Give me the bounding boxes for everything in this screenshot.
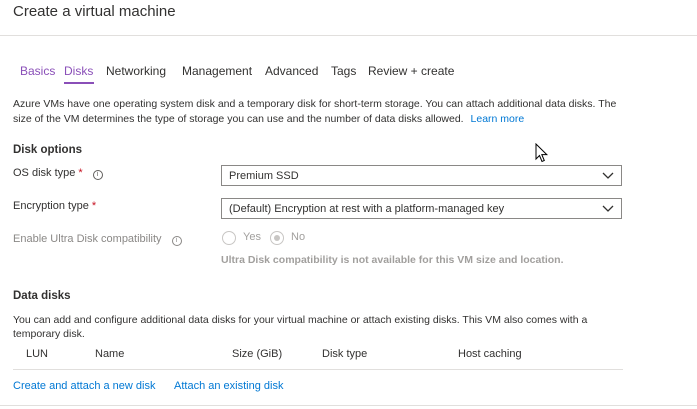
os-disk-type-label-text: OS disk type <box>13 167 76 179</box>
column-header-disk-type: Disk type <box>322 348 368 360</box>
attach-existing-disk-link[interactable]: Attach an existing disk <box>174 380 283 392</box>
encryption-type-label-text: Encryption type <box>13 200 89 212</box>
chevron-down-icon <box>602 205 614 212</box>
tab-advanced[interactable]: Advanced <box>265 64 318 78</box>
disk-options-heading: Disk options <box>13 144 83 156</box>
page-title: Create a virtual machine <box>13 3 176 20</box>
ultra-disk-note: Ultra Disk compatibility is not availabl… <box>221 254 564 266</box>
ultra-disk-yes-label: Yes <box>243 231 261 243</box>
mouse-cursor-icon <box>535 143 549 163</box>
tab-tags[interactable]: Tags <box>331 64 356 78</box>
data-disks-heading: Data disks <box>13 290 71 302</box>
encryption-type-value: (Default) Encryption at rest with a plat… <box>229 203 505 215</box>
active-tab-indicator <box>64 82 94 84</box>
tab-networking[interactable]: Networking <box>106 64 166 78</box>
intro-text: Azure VMs have one operating system disk… <box>13 97 633 127</box>
ultra-disk-no-radio[interactable] <box>270 231 284 245</box>
column-header-size: Size (GiB) <box>232 348 283 360</box>
column-header-host-caching: Host caching <box>458 348 522 360</box>
tab-management[interactable]: Management <box>182 64 252 78</box>
encryption-type-label: Encryption type * <box>13 200 96 212</box>
os-disk-type-dropdown[interactable]: Premium SSD <box>221 165 622 186</box>
bottom-divider <box>0 405 697 406</box>
ultra-disk-yes-radio[interactable] <box>222 231 236 245</box>
tab-disks[interactable]: Disks <box>64 64 93 78</box>
tab-review-create[interactable]: Review + create <box>368 64 454 78</box>
required-marker: * <box>91 200 97 212</box>
column-header-name: Name <box>95 348 125 360</box>
intro-description: Azure VMs have one operating system disk… <box>13 98 617 125</box>
info-icon[interactable]: i <box>92 170 103 180</box>
learn-more-link[interactable]: Learn more <box>471 113 525 125</box>
required-marker: * <box>78 167 83 179</box>
os-disk-type-value: Premium SSD <box>229 170 299 182</box>
ultra-disk-label: Enable Ultra Disk compatibility i <box>13 233 182 246</box>
ultra-disk-no-label: No <box>291 231 306 243</box>
table-divider <box>13 369 623 370</box>
title-divider <box>0 35 697 36</box>
data-disks-description: You can add and configure additional dat… <box>13 314 588 340</box>
info-icon[interactable]: i <box>171 236 182 246</box>
tab-basics[interactable]: Basics <box>20 64 55 78</box>
create-attach-disk-link[interactable]: Create and attach a new disk <box>13 380 155 392</box>
os-disk-type-label: OS disk type * i <box>13 167 103 180</box>
ultra-disk-label-text: Enable Ultra Disk compatibility <box>13 233 162 245</box>
chevron-down-icon <box>602 172 614 179</box>
encryption-type-dropdown[interactable]: (Default) Encryption at rest with a plat… <box>221 198 622 219</box>
column-header-lun: LUN <box>26 348 49 360</box>
